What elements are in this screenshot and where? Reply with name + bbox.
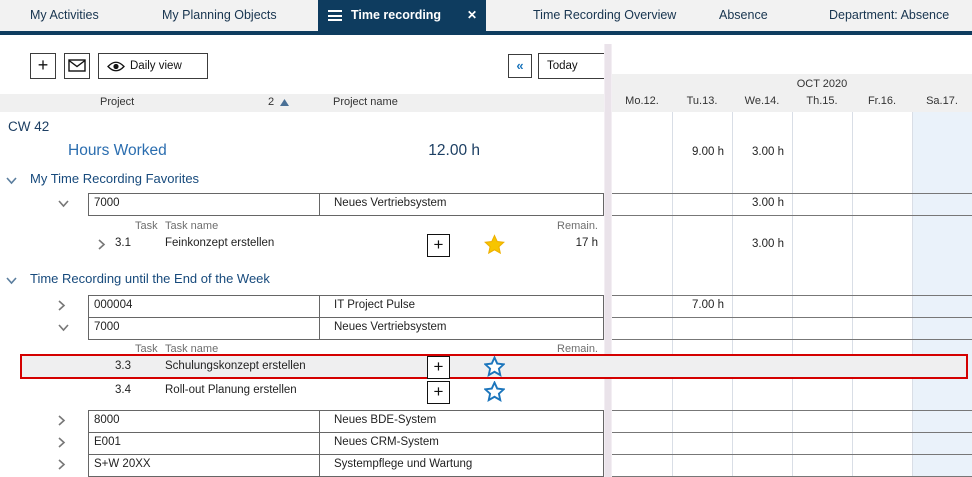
menu-icon[interactable] <box>328 10 342 22</box>
project-code: 7000 <box>94 197 120 209</box>
active-tab-label: Time recording <box>351 0 441 31</box>
tab-absence[interactable]: Absence <box>719 0 768 31</box>
chevron-right-icon[interactable] <box>58 415 66 426</box>
chevron-right-icon[interactable] <box>58 437 66 448</box>
remain-column-label: Remain. <box>534 220 598 232</box>
chevron-down-icon[interactable] <box>6 177 17 185</box>
project-name-column-label: Project name <box>333 96 398 108</box>
project-column-header <box>0 94 604 112</box>
hours-cell: 9.00 h <box>672 146 732 158</box>
calendar-week-label: CW 42 <box>8 119 49 134</box>
close-icon[interactable]: ✕ <box>467 0 477 31</box>
project-column-label: Project <box>100 96 134 108</box>
favorite-star-filled-icon[interactable] <box>484 234 505 255</box>
project-name: Neues Vertriebsystem <box>334 197 447 209</box>
task-remaining-hours: 17 h <box>534 237 598 249</box>
chevron-right-icon[interactable] <box>98 239 106 250</box>
daily-view-button[interactable]: Daily view <box>98 53 208 79</box>
message-button[interactable] <box>64 53 90 79</box>
today-label: Today <box>547 60 578 72</box>
sort-order-indicator[interactable]: 2 <box>268 96 274 108</box>
tab-bar: My Activities My Planning Objects Time R… <box>0 0 972 31</box>
task-id: 3.3 <box>115 360 131 372</box>
sort-ascending-icon <box>280 99 289 106</box>
tab-my-activities[interactable]: My Activities <box>30 0 99 31</box>
previous-week-button[interactable]: « <box>508 54 532 78</box>
project-code: 8000 <box>94 414 120 426</box>
grid-line <box>612 215 972 216</box>
daily-view-label: Daily view <box>130 60 182 72</box>
task-id: 3.1 <box>115 237 131 249</box>
grid-line <box>612 454 972 455</box>
hours-cell: 3.00 h <box>732 146 792 158</box>
chevron-down-icon[interactable] <box>6 277 17 285</box>
project-code: E001 <box>94 436 121 448</box>
hours-cell: 3.00 h <box>732 197 792 209</box>
tab-time-recording-overview[interactable]: Time Recording Overview <box>533 0 676 31</box>
day-header-we: We.14. <box>732 95 792 107</box>
hours-worked-total: 12.00 h <box>380 142 480 160</box>
grid-line <box>612 317 972 318</box>
project-name: Neues Vertriebsystem <box>334 321 447 333</box>
project-row-7000-favorites[interactable]: 7000 Neues Vertriebsystem <box>88 193 604 216</box>
project-row-7000[interactable]: 7000 Neues Vertriebsystem <box>88 317 604 340</box>
tab-department-absence[interactable]: Department: Absence <box>829 0 949 31</box>
add-time-entry-button[interactable]: + <box>427 356 450 379</box>
tabbar-accent-line <box>0 31 972 35</box>
project-row-000004[interactable]: 000004 IT Project Pulse <box>88 295 604 318</box>
task-column-label: Task <box>135 220 158 232</box>
grid-line <box>612 432 972 433</box>
section-title-end-of-week: Time Recording until the End of the Week <box>30 271 270 286</box>
task-name-column-label: Task name <box>165 220 218 232</box>
add-time-entry-button[interactable]: + <box>427 381 450 404</box>
add-button[interactable]: + <box>30 53 56 79</box>
panel-splitter[interactable] <box>604 44 612 477</box>
chevron-right-icon[interactable] <box>58 300 66 311</box>
tab-time-recording[interactable]: Time recording ✕ <box>318 0 486 35</box>
task-name: Schulungskonzept erstellen <box>165 360 306 372</box>
grid-line <box>612 410 972 411</box>
project-code: 7000 <box>94 321 120 333</box>
project-name: Neues CRM-System <box>334 436 439 448</box>
project-name: Neues BDE-System <box>334 414 436 426</box>
task-name[interactable]: Roll-out Planung erstellen <box>165 384 297 396</box>
day-header-mo: Mo.12. <box>612 95 672 107</box>
project-code: 000004 <box>94 299 132 311</box>
eye-icon <box>107 61 125 72</box>
tab-my-planning-objects[interactable]: My Planning Objects <box>162 0 277 31</box>
project-name: IT Project Pulse <box>334 299 415 311</box>
project-row-sw20xx[interactable]: S+W 20XX Systempflege und Wartung <box>88 454 604 477</box>
grid-line <box>612 339 972 340</box>
day-header-th: Th.15. <box>792 95 852 107</box>
today-button[interactable]: Today <box>538 53 606 79</box>
project-name: Systempflege und Wartung <box>334 458 472 470</box>
add-time-entry-button[interactable]: + <box>427 234 450 257</box>
day-header-sa: Sa.17. <box>912 95 972 107</box>
grid-line <box>612 295 972 296</box>
task-name: Feinkonzept erstellen <box>165 237 274 249</box>
hours-cell: 7.00 h <box>672 299 732 311</box>
hours-cell: 3.00 h <box>732 238 792 250</box>
favorite-star-outline-icon[interactable] <box>484 381 505 402</box>
chevron-right-icon[interactable] <box>58 459 66 470</box>
favorite-star-outline-icon[interactable] <box>484 356 505 377</box>
project-row-e001[interactable]: E001 Neues CRM-System <box>88 432 604 455</box>
envelope-icon <box>68 59 86 72</box>
grid-line <box>612 193 972 194</box>
project-row-8000[interactable]: 8000 Neues BDE-System <box>88 410 604 433</box>
chevron-down-icon[interactable] <box>58 200 69 208</box>
time-recording-app: My Activities My Planning Objects Time R… <box>0 0 972 477</box>
section-title-favorites: My Time Recording Favorites <box>30 171 199 186</box>
task-id: 3.4 <box>115 384 131 396</box>
day-header-fr: Fr.16. <box>852 95 912 107</box>
chevron-down-icon[interactable] <box>58 324 69 332</box>
day-header-tu: Tu.13. <box>672 95 732 107</box>
hours-worked-label: Hours Worked <box>68 142 167 160</box>
project-code: S+W 20XX <box>94 458 151 470</box>
month-label: OCT 2020 <box>612 78 972 90</box>
